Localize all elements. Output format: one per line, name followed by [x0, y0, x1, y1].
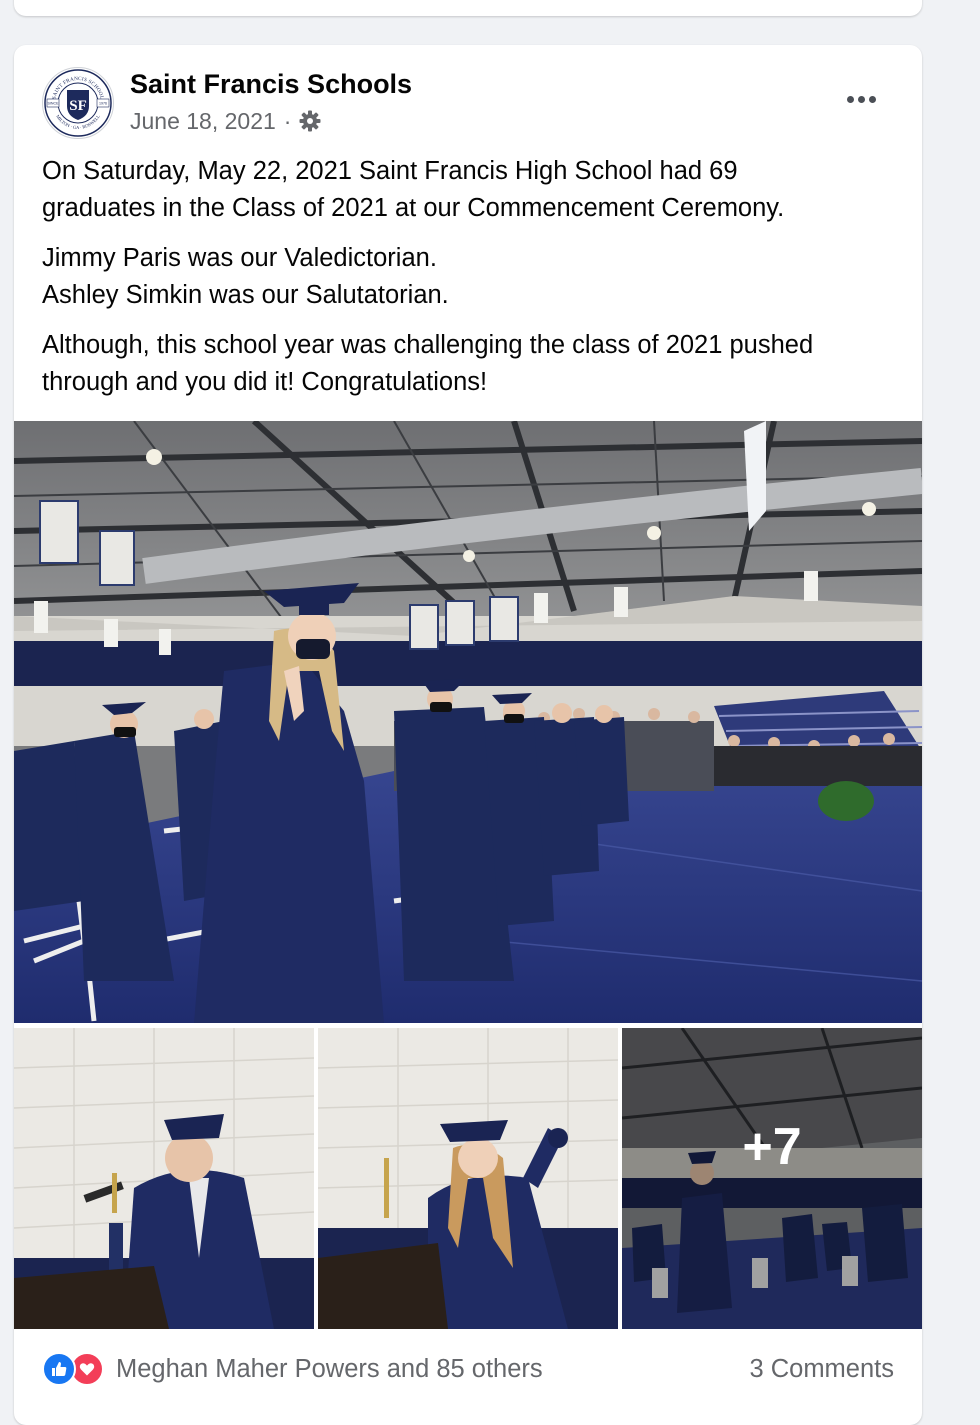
post-paragraph: Although, this school year was challengi… — [42, 327, 902, 401]
post-text-line: Although, this school year was challengi… — [42, 331, 814, 359]
post-paragraph: Jimmy Paris was our Valedictorian. Ashle… — [42, 240, 902, 314]
graduate-walk-photo[interactable]: +7 — [622, 1028, 922, 1329]
post-text-line: Jimmy Paris was our Valedictorian. — [42, 244, 437, 272]
more-options-icon[interactable] — [840, 81, 882, 117]
post-footer: Meghan Maher Powers and 85 others 3 Comm… — [42, 1345, 894, 1393]
page-name-link[interactable]: Saint Francis Schools — [130, 67, 412, 101]
reactions-text[interactable]: Meghan Maher Powers and 85 others — [116, 1355, 543, 1384]
logo-monogram: SF — [69, 98, 87, 114]
post-meta: June 18, 2021 · — [130, 105, 323, 137]
post-text-line: Ashley Simkin was our Salutatorian. — [42, 281, 449, 309]
reaction-icons — [42, 1352, 104, 1386]
post-text-line: On Saturday, May 22, 2021 Saint Francis … — [42, 157, 738, 185]
post-text: On Saturday, May 22, 2021 Saint Francis … — [42, 153, 902, 414]
reactions-summary[interactable]: Meghan Maher Powers and 85 others — [42, 1352, 543, 1386]
photo-gallery: +7 — [14, 421, 922, 1331]
logo-year: 1976 — [99, 102, 107, 106]
post-text-line: graduates in the Class of 2021 at our Co… — [42, 194, 785, 222]
more-photos-count: +7 — [742, 1117, 802, 1176]
post-date-link[interactable]: June 18, 2021 — [130, 105, 276, 137]
post-card: SAINT FRANCIS SCHOOL MILTON · GA · ROSWE… — [14, 45, 922, 1425]
meta-separator: · — [283, 108, 292, 134]
salutatorian-speech-photo[interactable] — [318, 1028, 618, 1329]
valedictorian-speech-photo[interactable] — [14, 1028, 314, 1329]
more-photos-overlay[interactable]: +7 — [622, 1028, 922, 1329]
like-icon — [42, 1352, 76, 1386]
post-paragraph: On Saturday, May 22, 2021 Saint Francis … — [42, 153, 902, 227]
gear-icon[interactable] — [297, 108, 323, 134]
school-logo: SAINT FRANCIS SCHOOL MILTON · GA · ROSWE… — [44, 69, 112, 137]
comments-count-link[interactable]: 3 Comments — [749, 1355, 894, 1384]
post-text-line: through and you did it! Congratulations! — [42, 368, 488, 396]
graduates-ceremony-photo[interactable] — [14, 421, 922, 1023]
logo-since-label: SINCE — [48, 102, 60, 106]
page-avatar[interactable]: SAINT FRANCIS SCHOOL MILTON · GA · ROSWE… — [42, 67, 114, 139]
previous-post-card — [14, 0, 922, 16]
